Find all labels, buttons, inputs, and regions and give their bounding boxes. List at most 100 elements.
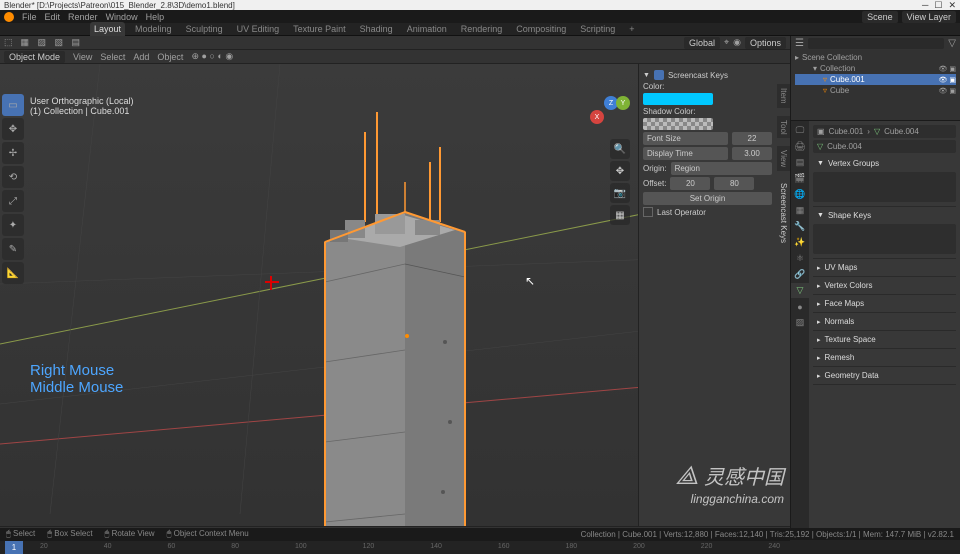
menu-render[interactable]: Render — [68, 12, 98, 22]
persp-icon[interactable]: ▦ — [610, 205, 630, 225]
view-menu[interactable]: View — [73, 52, 92, 62]
tree-scene-collection[interactable]: ▸ Scene Collection — [795, 52, 956, 63]
outliner-type-icon[interactable]: ☰ — [795, 38, 804, 49]
tool-transform[interactable]: ✦ — [2, 214, 24, 236]
add-menu[interactable]: Add — [133, 52, 149, 62]
menu-file[interactable]: File — [22, 12, 37, 22]
overlay-icon[interactable]: ⊕ — [191, 51, 199, 61]
ntab-item[interactable]: Item — [777, 84, 790, 108]
select-menu[interactable]: Select — [100, 52, 125, 62]
orientation-dropdown[interactable]: Global — [684, 37, 720, 49]
playhead[interactable]: 1 — [5, 541, 23, 554]
screencast-checkbox[interactable] — [654, 70, 664, 80]
cursor-3d-icon — [265, 276, 279, 290]
section-vertex-colors[interactable]: ▸Vertex Colors — [813, 279, 956, 292]
last-op-checkbox[interactable] — [643, 207, 653, 217]
tool-annotate[interactable]: ✎ — [2, 238, 24, 260]
tab-compositing[interactable]: Compositing — [512, 22, 570, 36]
offset-y-field[interactable]: 80 — [714, 177, 754, 190]
color-swatch[interactable] — [643, 93, 713, 105]
close-icon[interactable]: ✕ — [948, 0, 956, 11]
tab-sculpting[interactable]: Sculpting — [182, 22, 227, 36]
ntab-view[interactable]: View — [777, 146, 790, 171]
editor-type-icon[interactable]: ⬚ — [4, 37, 13, 48]
tab-rendering[interactable]: Rendering — [457, 22, 507, 36]
proportional-icon[interactable]: ◉ — [733, 37, 741, 48]
nav-gizmo[interactable]: Z Y X — [590, 96, 630, 136]
maximize-icon[interactable]: ☐ — [934, 0, 942, 11]
filter-icon[interactable]: ▽ — [948, 38, 956, 49]
set-origin-button[interactable]: Set Origin — [643, 192, 772, 205]
section-texture-space[interactable]: ▸Texture Space — [813, 333, 956, 346]
minimize-icon[interactable]: ─ — [922, 0, 928, 11]
snap-icon[interactable]: ⌖ — [724, 37, 729, 48]
proptab-render[interactable]: 🖵 — [791, 123, 809, 138]
shading-lookdev-icon[interactable]: ◐ — [217, 51, 222, 61]
proptab-texture[interactable]: ▨ — [791, 315, 809, 330]
proptab-material[interactable]: ● — [791, 299, 809, 314]
options-dropdown[interactable]: Options — [745, 37, 786, 49]
tab-scripting[interactable]: Scripting — [576, 22, 619, 36]
offset-x-field[interactable]: 20 — [670, 177, 710, 190]
proptab-mesh[interactable]: ▽ — [791, 283, 809, 298]
scene-selector[interactable]: Scene — [862, 11, 898, 23]
toolbar-icons[interactable]: ▦ ▨ ▧ ▤ — [21, 37, 84, 48]
proptab-modifier[interactable]: 🔧 — [791, 219, 809, 234]
tab-modeling[interactable]: Modeling — [131, 22, 176, 36]
menu-edit[interactable]: Edit — [45, 12, 61, 22]
shadow-color-swatch[interactable] — [643, 118, 713, 130]
mode-dropdown[interactable]: Object Mode — [4, 51, 65, 63]
proptab-scene[interactable]: 🎬 — [791, 171, 809, 186]
ntab-screencast[interactable]: Screencast Keys — [777, 179, 790, 247]
section-vertex-groups[interactable]: ▼Vertex Groups — [813, 157, 956, 170]
tool-cursor[interactable]: ✥ — [2, 118, 24, 140]
section-shape-keys[interactable]: ▼Shape Keys — [813, 209, 956, 222]
axis-x-icon[interactable]: X — [590, 110, 604, 124]
proptab-world[interactable]: 🌐 — [791, 187, 809, 202]
axis-y-icon[interactable]: Y — [616, 96, 630, 110]
section-uv-maps[interactable]: ▸UV Maps — [813, 261, 956, 274]
display-time-field[interactable]: Display Time — [643, 147, 728, 160]
section-geometry-data[interactable]: ▸Geometry Data — [813, 369, 956, 382]
camera-icon[interactable]: 📷 — [610, 183, 630, 203]
outliner-search[interactable] — [808, 38, 944, 49]
tab-add-icon[interactable]: + — [625, 22, 638, 36]
menu-window[interactable]: Window — [106, 12, 138, 22]
mesh-name-field[interactable]: ▽Cube.004 — [813, 140, 956, 153]
viewport-3d[interactable]: ↖ ▭ ✥ ✢ ⟲ ⤢ ✦ ✎ 📐 User Orthographic (Loc… — [0, 64, 790, 526]
ntab-tool[interactable]: Tool — [777, 116, 790, 139]
shading-solid-icon[interactable]: ● — [202, 51, 207, 61]
section-remesh[interactable]: ▸Remesh — [813, 351, 956, 364]
tree-collection[interactable]: ▾ Collection👁 ▣ — [795, 63, 956, 74]
tab-shading[interactable]: Shading — [356, 22, 397, 36]
tool-measure[interactable]: 📐 — [2, 262, 24, 284]
proptab-physics[interactable]: ⚛ — [791, 251, 809, 266]
zoom-icon[interactable]: 🔍 — [610, 139, 630, 159]
proptab-particle[interactable]: ✨ — [791, 235, 809, 250]
tab-texpaint[interactable]: Texture Paint — [289, 22, 350, 36]
viewlayer-selector[interactable]: View Layer — [902, 11, 956, 23]
section-face-maps[interactable]: ▸Face Maps — [813, 297, 956, 310]
object-menu[interactable]: Object — [157, 52, 183, 62]
pan-icon[interactable]: ✥ — [610, 161, 630, 181]
shading-render-icon[interactable]: ◉ — [225, 51, 233, 61]
tree-cube001[interactable]: ▿ Cube.001👁 ▣ — [795, 74, 956, 85]
tab-animation[interactable]: Animation — [403, 22, 451, 36]
tool-rotate[interactable]: ⟲ — [2, 166, 24, 188]
tree-cube[interactable]: ▿ Cube👁 ▣ — [795, 85, 956, 96]
tool-select-box[interactable]: ▭ — [2, 94, 24, 116]
timeline-ruler[interactable]: 1 204060 80100120 140160180 200220240 — [0, 540, 790, 554]
shading-wire-icon[interactable]: ○ — [209, 51, 214, 61]
tool-scale[interactable]: ⤢ — [2, 190, 24, 212]
tab-layout[interactable]: Layout — [90, 22, 125, 36]
menu-help[interactable]: Help — [146, 12, 165, 22]
section-normals[interactable]: ▸Normals — [813, 315, 956, 328]
proptab-viewlayer[interactable]: ▤ — [791, 155, 809, 170]
proptab-object[interactable]: ▦ — [791, 203, 809, 218]
proptab-output[interactable]: 🖨 — [791, 139, 809, 154]
origin-dropdown[interactable]: Region — [671, 162, 772, 175]
tool-move[interactable]: ✢ — [2, 142, 24, 164]
tab-uv[interactable]: UV Editing — [233, 22, 284, 36]
proptab-constraint[interactable]: 🔗 — [791, 267, 809, 282]
font-size-field[interactable]: Font Size — [643, 132, 728, 145]
